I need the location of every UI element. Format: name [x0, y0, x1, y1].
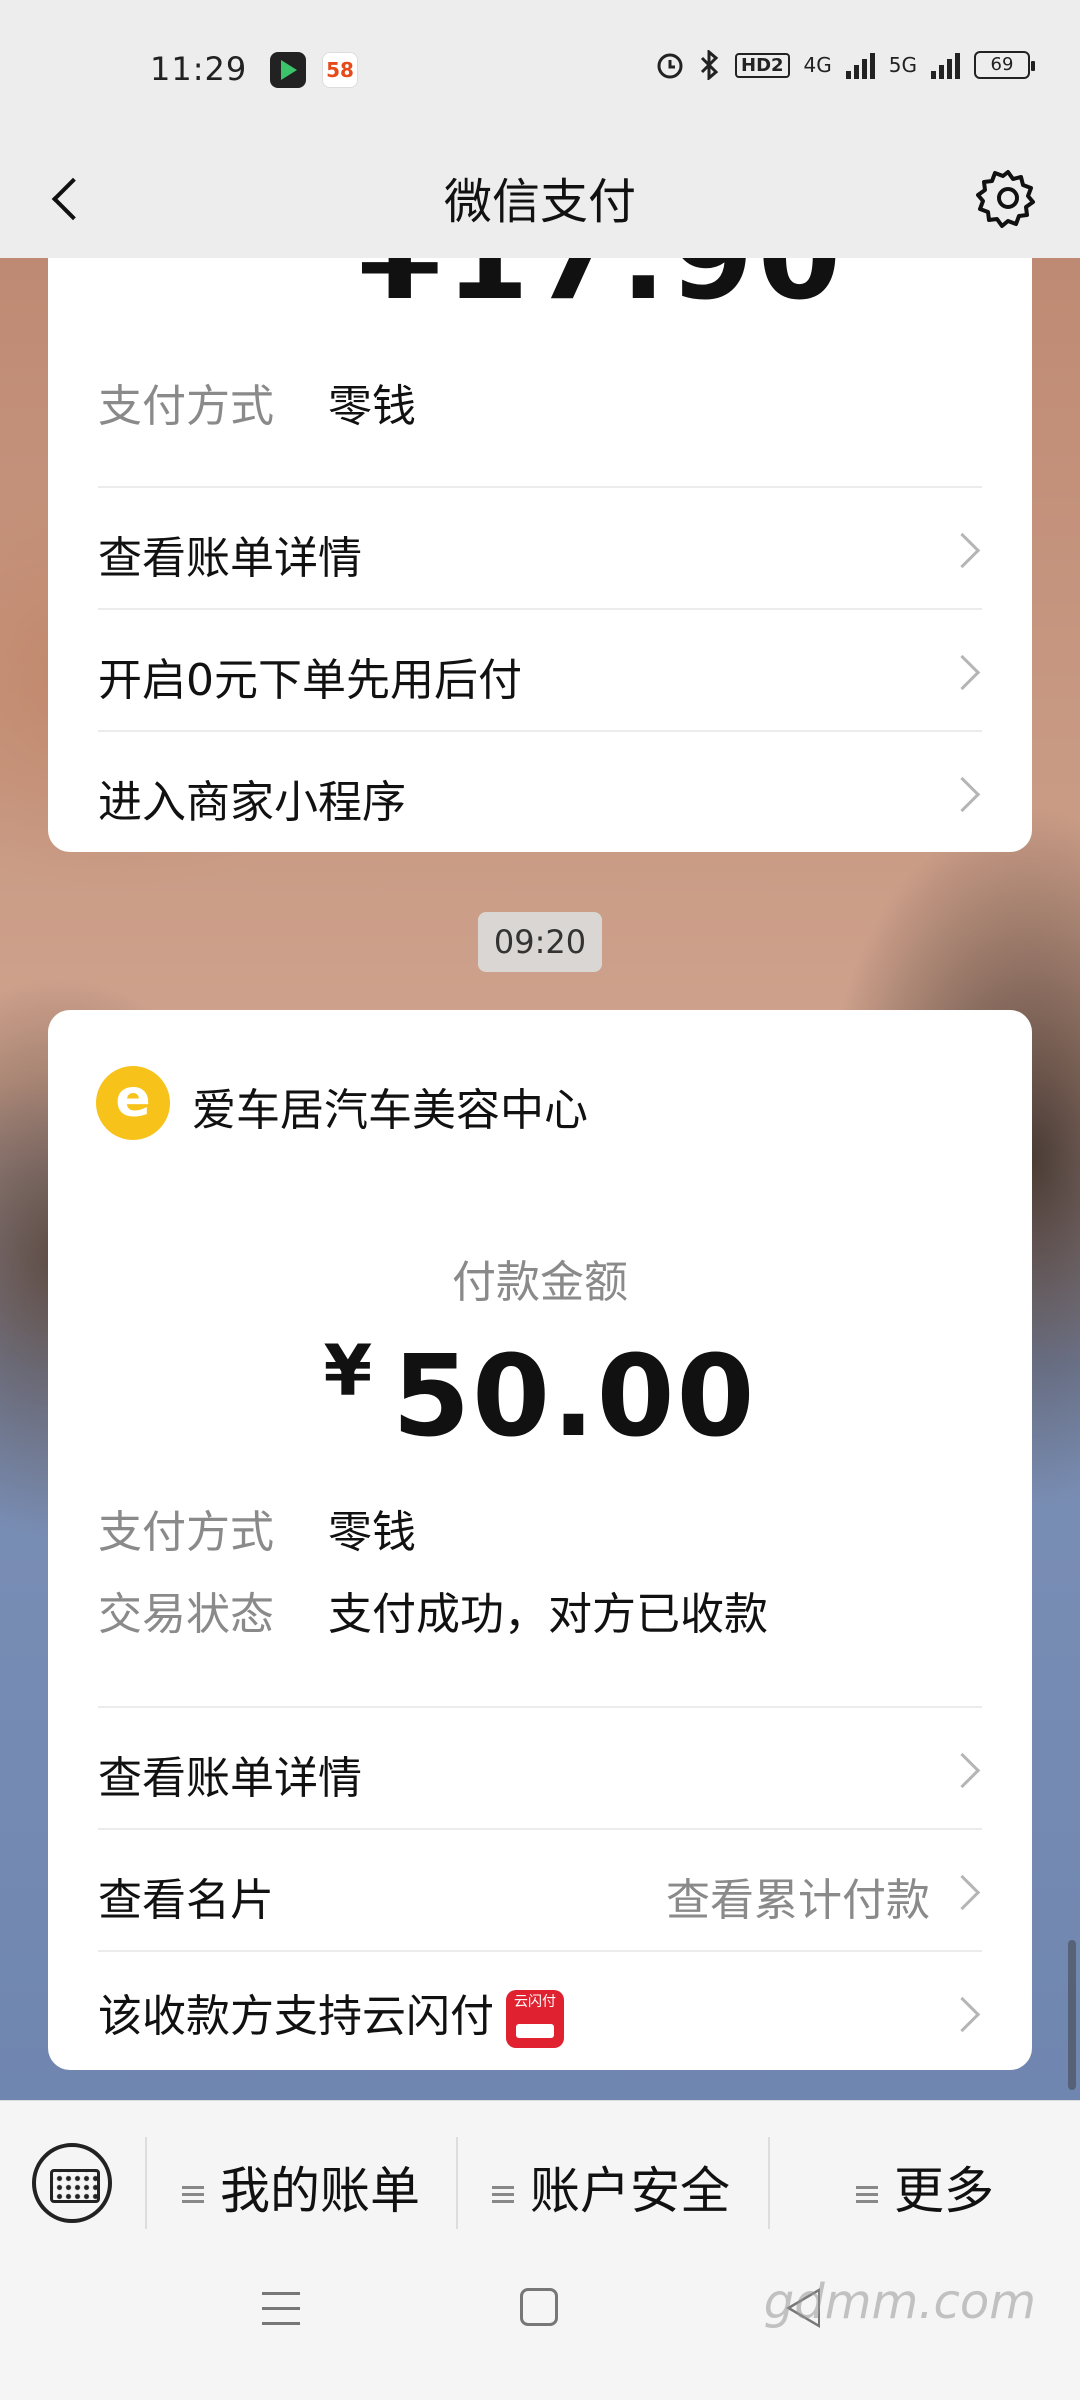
- menu-account-security[interactable]: 账户安全: [492, 2151, 730, 2223]
- signal-4g-label: 4G: [803, 53, 832, 77]
- menu-divider: [768, 2137, 770, 2229]
- view-business-card-row[interactable]: 查看名片 查看累计付款: [98, 1828, 982, 1950]
- row-label: 开启0元下单先用后付: [98, 655, 522, 706]
- row-label: 查看账单详情: [98, 533, 362, 584]
- page-title: 微信支付: [443, 174, 636, 230]
- menu-label: 我的账单: [220, 2162, 420, 2220]
- currency-symbol: ¥: [323, 1330, 375, 1412]
- amount-value: 50.00: [392, 1332, 757, 1462]
- payment-card: 爱车居汽车美容中心 付款金额 ¥50.00 支付方式 零钱 交易状态 支付成功，…: [48, 1010, 1032, 2070]
- nav-bar: 微信支付: [0, 140, 1080, 258]
- row-label: 该收款方支持云闪付: [98, 1991, 494, 2042]
- recent-apps-icon[interactable]: [262, 2292, 300, 2326]
- signal-2-icon: [931, 51, 960, 79]
- pay-later-row[interactable]: 开启0元下单先用后付: [98, 608, 982, 730]
- row-label: 查看名片: [98, 1875, 274, 1926]
- hd-badge: HD2: [735, 52, 790, 78]
- menu-more[interactable]: 更多: [856, 2151, 994, 2223]
- message-timestamp: 09:20: [478, 912, 602, 972]
- row-label: 查看账单详情: [98, 1753, 362, 1804]
- unionpay-support-row[interactable]: 该收款方支持云闪付 云闪付: [98, 1950, 982, 2072]
- pay-method-label: 支付方式: [98, 1507, 274, 1558]
- battery-icon: 69: [974, 51, 1035, 79]
- menu-divider: [145, 2137, 147, 2229]
- pay-method-value: 零钱: [328, 381, 416, 432]
- status-time: 11:29: [150, 50, 248, 88]
- home-icon[interactable]: [520, 2288, 558, 2326]
- gear-icon[interactable]: [976, 166, 1040, 230]
- view-bill-details-row[interactable]: 查看账单详情: [98, 486, 982, 608]
- chevron-right-icon: [946, 1994, 982, 2030]
- view-bill-details-row[interactable]: 查看账单详情: [98, 1706, 982, 1828]
- pay-method-label: 支付方式: [98, 381, 274, 432]
- signal-5g-label: 5G: [888, 53, 917, 77]
- pay-method-value: 零钱: [328, 1507, 416, 1558]
- chevron-right-icon: [946, 652, 982, 688]
- chevron-right-icon: [946, 1872, 982, 1908]
- payment-amount: ¥50.00: [48, 1330, 1032, 1462]
- menu-label: 更多: [894, 2162, 994, 2220]
- bottom-menu: 我的账单 账户安全 更多: [0, 2100, 1080, 2250]
- merchant-logo-icon: [96, 1066, 170, 1140]
- menu-lines-icon: [182, 2185, 204, 2204]
- bluetooth-icon: [700, 50, 719, 80]
- chevron-right-icon: [946, 530, 982, 566]
- payment-amount-label: 付款金额: [452, 1257, 628, 1308]
- payment-card-previous: ¥17.90 支付方式 零钱 查看账单详情 开启0元下单先用后付 进入商家小程序: [48, 258, 1032, 852]
- amount-partial: ¥17.90: [358, 258, 845, 327]
- merchant-name: 爱车居汽车美容中心: [192, 1085, 588, 1136]
- status-icons: HD2 4G 5G 69: [655, 50, 1035, 80]
- video-app-notification-icon: [270, 52, 306, 88]
- transaction-status-value: 支付成功，对方已收款: [328, 1589, 768, 1640]
- menu-lines-icon: [856, 2185, 878, 2204]
- 58-app-notification-icon: 58: [322, 52, 358, 88]
- watermark: gdmm.com: [763, 2274, 1036, 2330]
- view-cumulative-payments-link[interactable]: 查看累计付款: [666, 1864, 930, 1928]
- menu-label: 账户安全: [530, 2162, 730, 2220]
- menu-lines-icon: [492, 2185, 514, 2204]
- alarm-icon: [657, 53, 683, 79]
- scrollbar[interactable]: [1068, 1940, 1076, 2090]
- status-bar: 11:29 58 HD2 4G 5G 69: [0, 0, 1080, 140]
- merchant-mini-program-row[interactable]: 进入商家小程序: [98, 730, 982, 852]
- system-nav-bar: gdmm.com: [0, 2250, 1080, 2400]
- menu-my-bills[interactable]: 我的账单: [182, 2151, 420, 2223]
- chevron-right-icon: [946, 774, 982, 810]
- signal-1-icon: [845, 51, 875, 79]
- keyboard-icon[interactable]: [32, 2143, 112, 2223]
- chevron-right-icon: [946, 1750, 982, 1786]
- menu-divider: [456, 2137, 458, 2229]
- row-label-wrap: 该收款方支持云闪付 云闪付: [98, 1980, 564, 2048]
- row-label: 进入商家小程序: [98, 777, 406, 828]
- unionpay-logo-icon: 云闪付: [506, 1990, 564, 2048]
- transaction-status-label: 交易状态: [98, 1589, 274, 1640]
